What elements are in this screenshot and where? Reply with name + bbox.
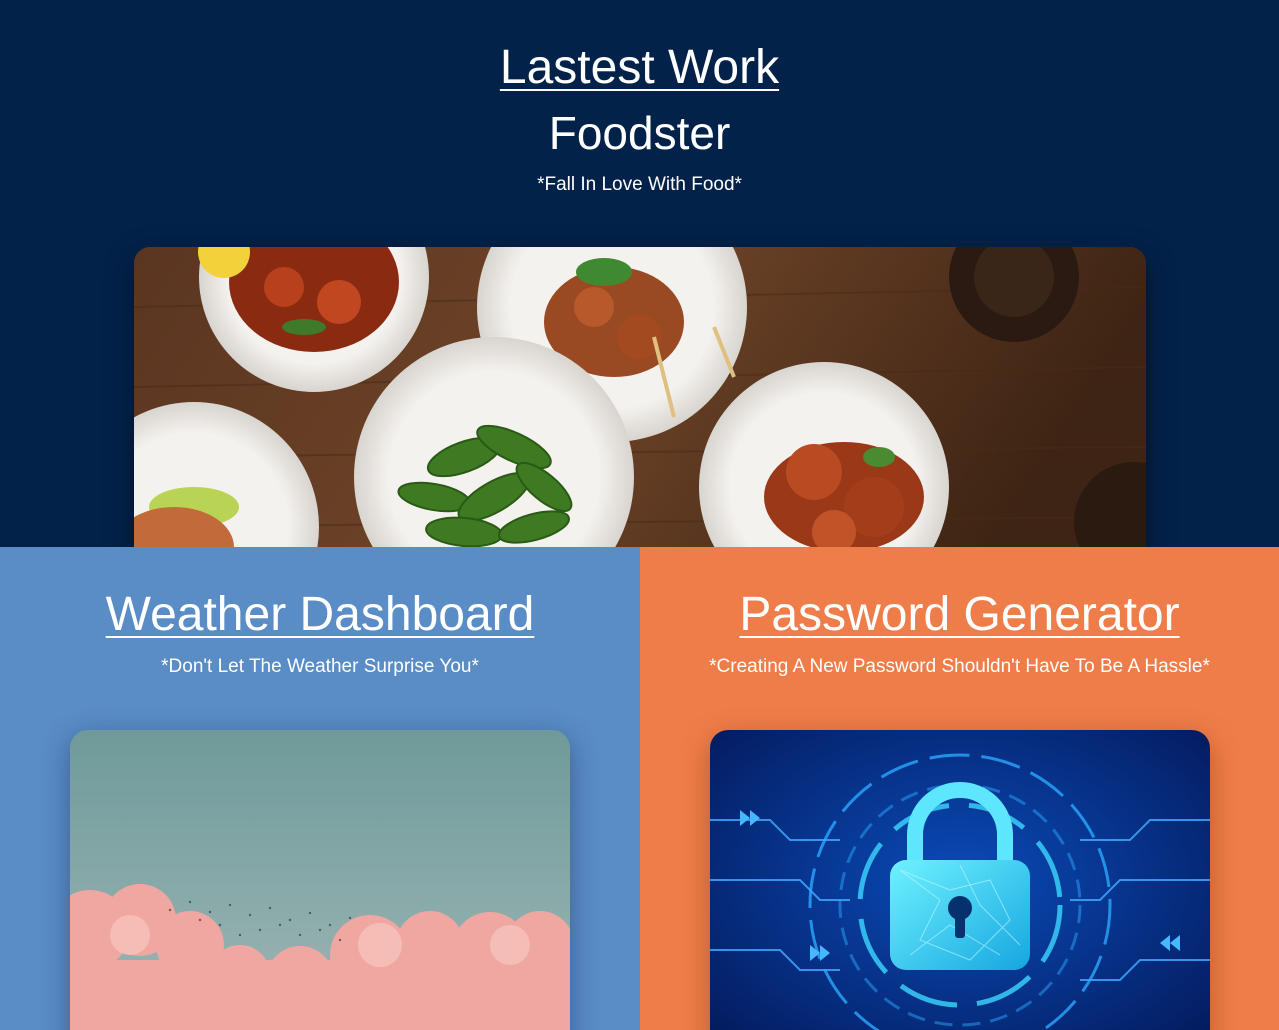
- food-dishes-illustration: [134, 247, 1146, 547]
- password-generator-section: Password Generator *Creating A New Passw…: [640, 547, 1279, 1030]
- password-generator-link[interactable]: Password Generator: [640, 587, 1279, 643]
- foodster-title-link[interactable]: Foodster: [0, 106, 1279, 160]
- latest-work-heading-link[interactable]: Lastest Work: [0, 40, 1279, 96]
- weather-dashboard-tagline: *Don't Let The Weather Surprise You*: [161, 656, 479, 677]
- weather-dashboard-section: Weather Dashboard *Don't Let The Weather…: [0, 547, 640, 1030]
- password-generator-image[interactable]: [710, 730, 1210, 1030]
- sky-clouds-illustration: [70, 730, 570, 1030]
- weather-dashboard-link[interactable]: Weather Dashboard: [0, 587, 640, 643]
- foodster-tagline: *Fall In Love With Food*: [537, 174, 742, 195]
- digital-padlock-illustration: [710, 730, 1210, 1030]
- foodster-image[interactable]: [134, 247, 1146, 547]
- password-generator-tagline: *Creating A New Password Shouldn't Have …: [709, 656, 1210, 677]
- latest-work-section: Lastest Work Foodster *Fall In Love With…: [0, 0, 1279, 547]
- weather-dashboard-image[interactable]: [70, 730, 570, 1030]
